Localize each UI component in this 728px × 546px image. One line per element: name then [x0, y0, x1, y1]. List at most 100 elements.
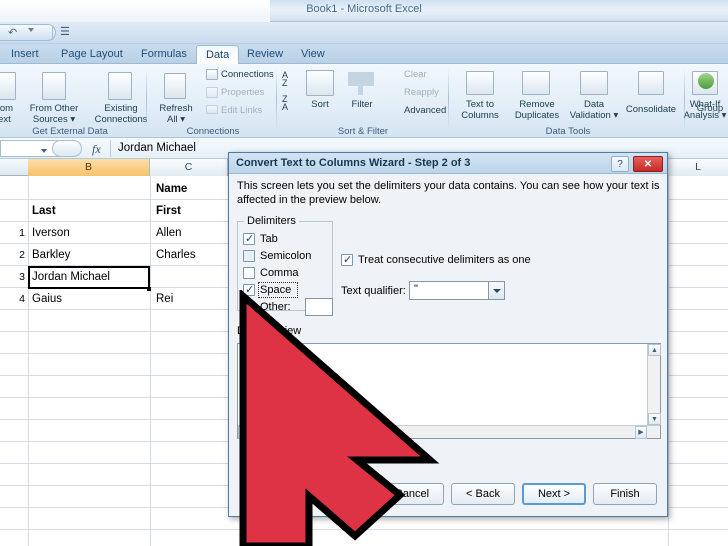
connections-button[interactable]: Connections: [221, 69, 274, 80]
formula-bar-input[interactable]: Jordan Michael: [118, 142, 196, 154]
ribbon-group-divider: [146, 68, 147, 130]
ribbon-group-sort-filter: AZ ZA Sort Filter Clear Reapply Advanced…: [278, 64, 449, 138]
ribbon-group-divider: [448, 68, 449, 130]
group-button[interactable]: Group: [690, 103, 728, 115]
row-header-2[interactable]: 2: [0, 249, 25, 261]
sort-icon: [306, 70, 334, 96]
column-header-l[interactable]: L: [668, 159, 728, 176]
edit-links-button[interactable]: Edit Links: [221, 105, 262, 116]
data-validation-button[interactable]: Data Validation ▾: [566, 99, 622, 121]
tab-insert[interactable]: Insert: [2, 45, 48, 64]
ribbon-group-label-sort-filter: Sort & Filter: [337, 126, 389, 137]
from-other-sources-icon: [42, 72, 66, 100]
cell-b-last[interactable]: Last: [32, 205, 56, 217]
group-icon: [698, 73, 714, 89]
ribbon-group-label-get-external-data: Get External Data: [32, 126, 108, 137]
dialog-description: This screen lets you set the delimiters …: [237, 180, 660, 206]
data-validation-icon: [580, 71, 608, 95]
row-header-3[interactable]: 3: [0, 271, 25, 283]
treat-consecutive-label[interactable]: Treat consecutive delimiters as one: [358, 254, 531, 266]
treat-consecutive-checkbox[interactable]: [341, 253, 353, 266]
tab-view[interactable]: View: [292, 45, 334, 64]
customize-qat-icon[interactable]: ☰: [60, 25, 70, 38]
cell-c-name[interactable]: Name: [156, 183, 187, 195]
from-other-sources-button[interactable]: From Other Sources ▾: [22, 103, 86, 125]
fill-handle[interactable]: [147, 287, 151, 291]
cell-b3-active[interactable]: Jordan Michael: [32, 271, 110, 283]
undo-icon[interactable]: ↶: [8, 26, 17, 39]
filter-funnel-stem-icon: [358, 85, 363, 95]
red-arrow-shape: [239, 290, 440, 546]
scroll-right-icon[interactable]: ▶: [635, 426, 647, 439]
connections-icon: [206, 69, 218, 80]
pointer-arrow-overlay: [239, 290, 440, 546]
column-header-b[interactable]: B: [28, 159, 150, 176]
undo-dropdown-icon[interactable]: [28, 28, 34, 32]
sort-ascending-icon[interactable]: AZ: [282, 71, 288, 88]
sort-button[interactable]: Sort: [302, 99, 338, 111]
preview-vertical-scrollbar[interactable]: ▲ ▼: [647, 344, 661, 438]
text-to-columns-icon: [466, 71, 494, 95]
excel-window: Book1 - Microsoft Excel ↶ ☰ Insert Page …: [0, 0, 728, 546]
tab-review[interactable]: Review: [238, 45, 292, 64]
cell-b4[interactable]: Gaius: [32, 293, 62, 305]
title-bar: Book1 - Microsoft Excel: [0, 0, 728, 22]
scroll-down-icon[interactable]: ▼: [648, 413, 661, 425]
ribbon-group-label-connections: Connections: [186, 126, 240, 137]
sort-descending-icon[interactable]: ZA: [282, 95, 288, 112]
scroll-up-icon[interactable]: ▲: [648, 344, 661, 356]
back-button[interactable]: < Back: [451, 483, 515, 505]
remove-duplicates-button[interactable]: Remove Duplicates: [508, 99, 566, 121]
delimiter-semicolon-checkbox[interactable]: [243, 250, 255, 262]
tab-data[interactable]: Data: [196, 45, 240, 64]
filter-button[interactable]: Filter: [340, 99, 384, 111]
delimiter-semicolon-label[interactable]: Semicolon: [260, 250, 311, 262]
ribbon-group-divider: [684, 68, 685, 130]
text-qualifier-dropdown-icon[interactable]: [488, 282, 504, 299]
existing-connections-button[interactable]: Existing Connections: [88, 103, 154, 125]
tab-formulas[interactable]: Formulas: [132, 45, 196, 64]
cell-c4[interactable]: Rei: [156, 293, 173, 305]
advanced-filter-button[interactable]: Advanced: [404, 105, 446, 116]
window-title: Book1 - Microsoft Excel: [306, 3, 422, 15]
ribbon-group-label-data-tools: Data Tools: [545, 126, 591, 137]
finish-button[interactable]: Finish: [593, 483, 657, 505]
reapply-filter-button[interactable]: Reapply: [404, 87, 439, 98]
existing-connections-icon: [108, 72, 132, 100]
clear-filter-button[interactable]: Clear: [404, 69, 427, 80]
filter-funnel-icon: [348, 72, 374, 86]
cell-b1[interactable]: Iverson: [32, 227, 70, 239]
qat-separator: [52, 26, 53, 40]
insert-function-icon[interactable]: fx: [92, 142, 101, 157]
consolidate-button[interactable]: Consolidate: [622, 104, 680, 116]
cell-c2[interactable]: Charles: [156, 249, 196, 261]
ribbon-group-get-external-data: FromText From OtherSources ▾ ExistingCon…: [0, 64, 147, 138]
close-icon[interactable]: ✕: [633, 156, 663, 172]
column-header-c[interactable]: C: [150, 159, 228, 176]
delimiter-comma-label[interactable]: Comma: [260, 267, 299, 279]
row-header-1[interactable]: 1: [0, 227, 25, 239]
name-box-dropdown-icon[interactable]: [41, 149, 47, 153]
delimiters-legend: Delimiters: [244, 215, 299, 227]
properties-icon: [206, 87, 218, 98]
dialog-title-bar: Convert Text to Columns Wizard - Step 2 …: [229, 153, 667, 174]
properties-button[interactable]: Properties: [221, 87, 264, 98]
ribbon-group-divider: [276, 68, 277, 130]
row-header-4[interactable]: 4: [0, 293, 25, 305]
tab-page-layout[interactable]: Page Layout: [52, 45, 132, 64]
cell-c-first[interactable]: First: [156, 205, 181, 217]
cell-b2[interactable]: Barkley: [32, 249, 70, 261]
formula-buttons-pill: [52, 140, 82, 157]
delimiter-tab-label[interactable]: Tab: [260, 233, 278, 245]
delimiter-tab-checkbox[interactable]: [243, 232, 255, 245]
help-button[interactable]: ?: [611, 156, 629, 172]
remove-duplicates-icon: [522, 71, 550, 95]
text-to-columns-button[interactable]: Text to Columns: [452, 99, 508, 121]
formula-bar-separator: [110, 140, 111, 157]
cell-c1[interactable]: Allen: [156, 227, 182, 239]
ribbon-tab-bar: Insert Page Layout Formulas Data Review …: [0, 44, 728, 64]
delimiter-comma-checkbox[interactable]: [243, 267, 255, 279]
next-button[interactable]: Next >: [522, 483, 586, 505]
refresh-all-button[interactable]: Refresh All ▾: [150, 103, 202, 125]
ribbon-group-connections: Refresh All ▾ Connections Properties Edit…: [150, 64, 277, 138]
